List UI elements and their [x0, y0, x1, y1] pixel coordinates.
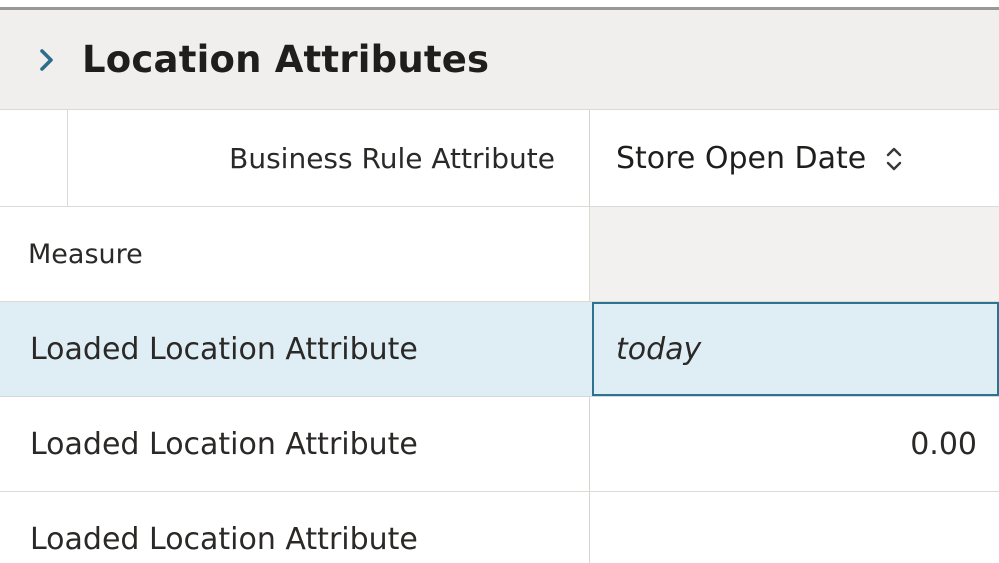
column-header-store-open-date[interactable]: Store Open Date	[590, 110, 999, 207]
row-label: Loaded Location Attribute	[0, 492, 590, 563]
row-label: Loaded Location Attribute	[0, 397, 590, 491]
row-label: Loaded Location Attribute	[30, 331, 418, 367]
measure-label: Measure	[0, 207, 590, 301]
column-header-row: Business Rule Attribute Store Open Date	[0, 110, 999, 207]
store-open-date-cell[interactable]: today	[592, 302, 999, 396]
panel-header: Location Attributes	[0, 10, 999, 110]
panel-title: Location Attributes	[82, 38, 490, 81]
store-open-date-cell[interactable]: 0.00	[590, 397, 999, 491]
measure-cell	[590, 207, 999, 301]
row-gutter	[0, 110, 68, 207]
app-frame: Location Attributes Business Rule Attrib…	[0, 0, 999, 563]
top-divider	[0, 0, 999, 10]
store-open-date-cell[interactable]	[590, 492, 999, 563]
chevron-right-icon[interactable]	[34, 47, 60, 73]
sort-up-down-icon[interactable]	[884, 144, 904, 174]
measure-header-row: Measure	[0, 207, 999, 302]
table-row[interactable]: Loaded Location Attribute	[0, 492, 999, 563]
table-row[interactable]: Loaded Location Attribute 0.00	[0, 397, 999, 492]
table-row[interactable]: Loaded Location Attribute today	[0, 302, 999, 397]
attributes-grid: Business Rule Attribute Store Open Date …	[0, 110, 999, 563]
business-rule-attribute-label: Business Rule Attribute	[68, 110, 590, 207]
column-header-label: Store Open Date	[616, 141, 867, 176]
